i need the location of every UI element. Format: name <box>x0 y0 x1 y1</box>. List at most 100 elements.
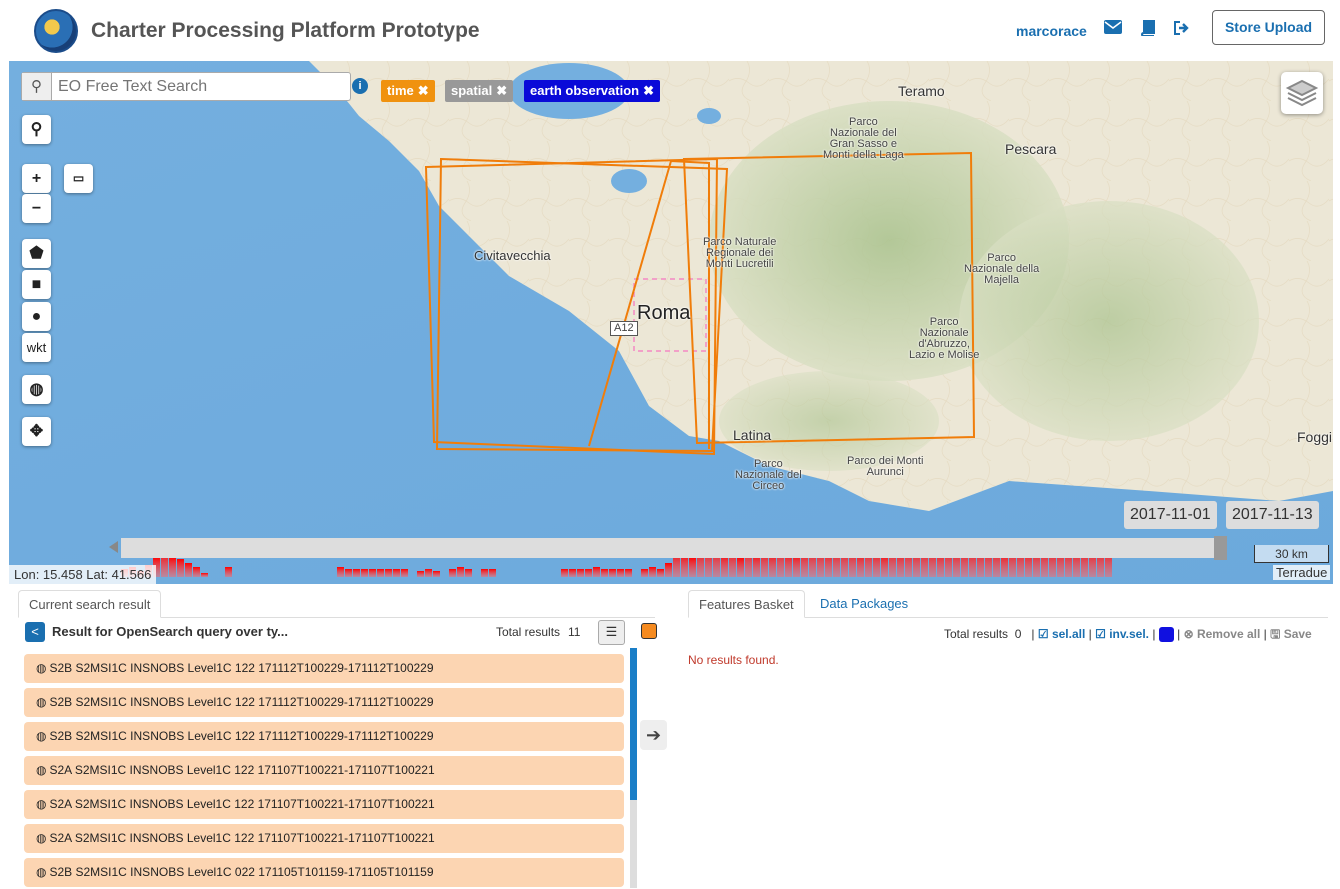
zoom-out-button[interactable]: − <box>22 194 51 223</box>
basket-total-label: Total results <box>944 627 1009 641</box>
place-civitavecchia: Civitavecchia <box>474 248 551 263</box>
app-header: Charter Processing Platform Prototype ma… <box>0 0 1340 61</box>
histogram-bar <box>641 569 648 577</box>
chip-earth-observation[interactable]: earth observation ✖ <box>524 80 660 102</box>
add-to-basket-arrow-icon[interactable]: ➔ <box>640 720 667 750</box>
scale-bar: 30 km <box>1254 545 1329 563</box>
place-abruzzo: Parco Nazionale d'Abruzzo, Lazio e Molis… <box>909 316 980 361</box>
layers-button[interactable] <box>1281 72 1323 114</box>
map-view[interactable]: ⚲ i time✖ spatial✖ earth observation✖ ⚲ … <box>9 61 1333 584</box>
ruler-icon[interactable]: ▭ <box>64 164 93 193</box>
store-upload-button[interactable]: Store Upload <box>1212 10 1325 45</box>
timeline-handle[interactable] <box>1214 536 1227 560</box>
wkt-button[interactable]: wkt <box>22 333 51 362</box>
histogram-bar <box>489 569 496 577</box>
histogram-bar <box>201 573 208 577</box>
result-row-label: S2B S2MSI1C INSNOBS Level1C 122 171112T1… <box>49 729 434 743</box>
tab-current-search-result[interactable]: Current search result <box>18 590 162 618</box>
result-row-label: S2A S2MSI1C INSNOBS Level1C 122 171107T1… <box>49 797 435 811</box>
globe-icon: ◍ <box>36 797 47 811</box>
histogram-bar <box>625 569 632 577</box>
total-results-label: Total results <box>496 625 561 639</box>
eo-free-text-search-input[interactable] <box>58 76 338 98</box>
close-icon[interactable]: ✖ <box>643 83 654 98</box>
histogram-bar <box>577 569 584 577</box>
share-icon[interactable]: < <box>25 622 45 642</box>
histogram-bar <box>401 569 408 577</box>
total-results-value: 11 <box>568 625 581 639</box>
place-pescara: Pescara <box>1005 141 1057 157</box>
list-view-icon[interactable]: ☰ <box>598 620 625 645</box>
result-row[interactable]: ◍ S2A S2MSI1C INSNOBS Level1C 122 171107T… <box>24 756 624 785</box>
histogram-bar <box>361 569 368 577</box>
result-title: Result for OpenSearch query over ty... <box>52 624 288 639</box>
close-icon[interactable]: ✖ <box>418 83 429 98</box>
features-basket-panel: Features Basket Data Packages Total resu… <box>688 590 1340 889</box>
result-row-label: S2A S2MSI1C INSNOBS Level1C 122 171107T1… <box>49 763 435 777</box>
timeline-left-arrow[interactable] <box>109 541 118 553</box>
search-icon[interactable]: ⚲ <box>22 73 52 100</box>
timeline-slider[interactable] <box>121 538 1221 558</box>
charter-logo <box>34 9 78 53</box>
draw-polygon-icon[interactable]: ⬟ <box>22 239 51 268</box>
draw-rectangle-icon[interactable]: ■ <box>22 270 51 299</box>
globe-icon: ◍ <box>36 695 47 709</box>
histogram-bar <box>337 567 344 577</box>
histogram-bar <box>169 557 176 577</box>
globe-icon: ◍ <box>36 831 47 845</box>
chip-spatial[interactable]: spatial ✖ <box>445 80 514 102</box>
select-all-button[interactable]: ☑ sel.all <box>1038 627 1085 641</box>
tab-features-basket[interactable]: Features Basket <box>688 590 805 618</box>
chip-time-label: time <box>387 83 414 98</box>
chip-earth-observation-label: earth observation <box>530 83 640 98</box>
fullscreen-icon[interactable]: ✥ <box>22 417 51 446</box>
search-map-button[interactable]: ⚲ <box>22 115 51 144</box>
result-row[interactable]: ◍ S2B S2MSI1C INSNOBS Level1C 122 171112T… <box>24 722 624 751</box>
username-link[interactable]: marcorace <box>1016 23 1087 39</box>
chip-time[interactable]: time ✖ <box>381 80 435 102</box>
date-end: 2017-11-13 <box>1226 501 1319 529</box>
histogram-bar <box>457 567 464 577</box>
zoom-in-button[interactable]: + <box>22 164 51 193</box>
basket-color-swatch[interactable] <box>1158 627 1174 643</box>
app-title: Charter Processing Platform Prototype <box>91 19 480 42</box>
results-scrollbar[interactable] <box>630 648 637 888</box>
remove-all-button[interactable]: ⊗ Remove all <box>1184 627 1261 641</box>
histogram-bar <box>601 569 608 577</box>
histogram-bar <box>561 569 568 577</box>
scrollbar-thumb[interactable] <box>630 648 637 800</box>
eo-search-box: ⚲ <box>21 72 351 101</box>
results-color-swatch[interactable] <box>641 623 657 639</box>
sign-out-icon[interactable] <box>1172 20 1192 40</box>
result-row-label: S2B S2MSI1C INSNOBS Level1C 122 171112T1… <box>49 661 434 675</box>
histogram-bar <box>369 569 376 577</box>
invert-selection-button[interactable]: ☑ inv.sel. <box>1095 627 1149 641</box>
histogram-bar <box>377 569 384 577</box>
result-row[interactable]: ◍ S2A S2MSI1C INSNOBS Level1C 122 171107T… <box>24 790 624 819</box>
close-icon[interactable]: ✖ <box>496 83 507 98</box>
histogram-bar <box>345 569 352 577</box>
histogram-bar <box>177 559 184 577</box>
book-icon[interactable] <box>1138 20 1158 40</box>
save-button[interactable]: 🖫 Save <box>1270 627 1312 641</box>
basket-total-value: 0 <box>1014 627 1022 641</box>
histogram-bar <box>569 569 576 577</box>
info-icon[interactable]: i <box>352 78 368 94</box>
basket-toolbar: Total results 0 | ☑ sel.all | ☑ inv.sel.… <box>944 627 1312 643</box>
histogram-bar <box>385 569 392 577</box>
result-row[interactable]: ◍ S2B S2MSI1C INSNOBS Level1C 122 171112T… <box>24 654 624 683</box>
result-row-label: S2B S2MSI1C INSNOBS Level1C 022 171105T1… <box>49 865 434 879</box>
globe-search-icon[interactable]: ◍ <box>22 375 51 404</box>
map-marker-icon[interactable]: ● <box>22 302 51 331</box>
result-row-label: S2A S2MSI1C INSNOBS Level1C 122 171107T1… <box>49 831 435 845</box>
tab-data-packages[interactable]: Data Packages <box>810 590 918 618</box>
histogram-bar <box>481 569 488 577</box>
save-label: Save <box>1283 627 1312 641</box>
result-row[interactable]: ◍ S2A S2MSI1C INSNOBS Level1C 122 171107T… <box>24 824 624 853</box>
result-row[interactable]: ◍ S2B S2MSI1C INSNOBS Level1C 022 171105T… <box>24 858 624 887</box>
envelope-icon[interactable] <box>1103 20 1123 40</box>
histogram-bar <box>649 567 656 577</box>
place-roma: Roma <box>637 302 691 324</box>
result-row[interactable]: ◍ S2B S2MSI1C INSNOBS Level1C 122 171112T… <box>24 688 624 717</box>
map-attribution[interactable]: Terradue <box>1273 565 1331 580</box>
